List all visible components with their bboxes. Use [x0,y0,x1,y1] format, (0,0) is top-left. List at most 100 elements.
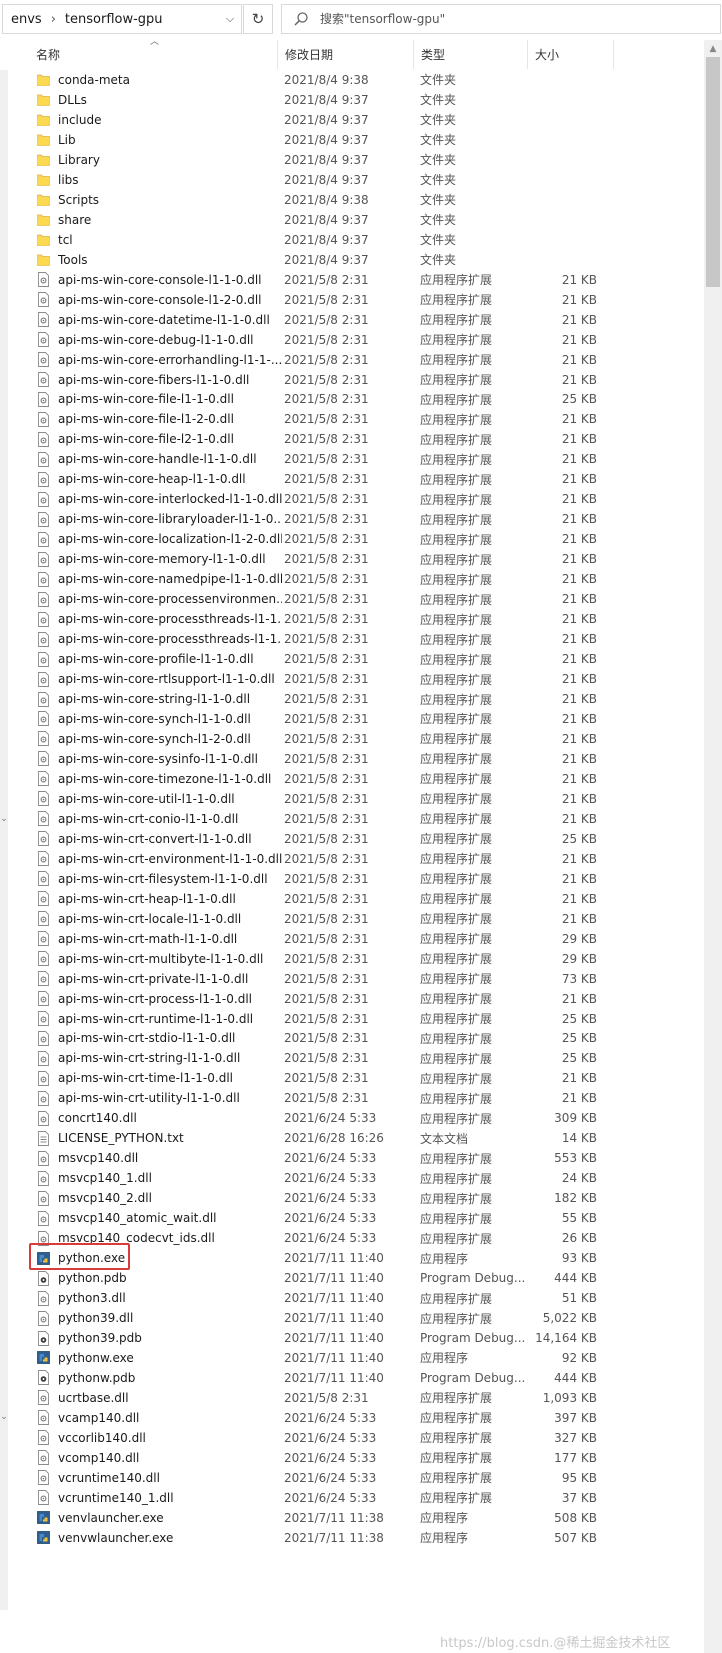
file-row[interactable]: api-ms-win-core-heap-l1-1-0.dll 2021/5/8 … [0,469,704,489]
file-row[interactable]: share 2021/8/4 9:37 文件夹 [0,210,704,230]
file-row[interactable]: api-ms-win-crt-stdio-l1-1-0.dll 2021/5/8 … [0,1029,704,1049]
file-row[interactable]: api-ms-win-core-memory-l1-1-0.dll 2021/5/… [0,549,704,569]
file-row[interactable]: api-ms-win-core-console-l1-1-0.dll 2021/5… [0,270,704,290]
file-row[interactable]: vcruntime140.dll 2021/6/24 5:33 应用程序扩展 95 K… [0,1468,704,1488]
file-row[interactable]: api-ms-win-crt-private-l1-1-0.dll 2021/5/… [0,969,704,989]
file-row[interactable]: msvcp140_1.dll 2021/6/24 5:33 应用程序扩展 24 KB [0,1168,704,1188]
file-row[interactable]: Scripts 2021/8/4 9:38 文件夹 [0,190,704,210]
file-row[interactable]: api-ms-win-core-processenvironmen... 2021… [0,589,704,609]
file-row[interactable]: api-ms-win-core-rtlsupport-l1-1-0.dll 202… [0,669,704,689]
address-dropdown-icon[interactable]: ⌵ [219,5,241,33]
file-row[interactable]: DLLs 2021/8/4 9:37 文件夹 [0,90,704,110]
file-row[interactable]: api-ms-win-crt-filesystem-l1-1-0.dll 2021… [0,869,704,889]
file-row[interactable]: msvcp140_atomic_wait.dll 2021/6/24 5:33 应用… [0,1208,704,1228]
file-row[interactable]: api-ms-win-core-errorhandling-l1-1-... 20… [0,350,704,370]
file-row[interactable]: api-ms-win-core-console-l1-2-0.dll 2021/5… [0,290,704,310]
file-row[interactable]: concrt140.dll 2021/6/24 5:33 应用程序扩展 309 KB [0,1108,704,1128]
vertical-scrollbar[interactable]: ▲ [704,40,722,1653]
file-row[interactable]: api-ms-win-core-datetime-l1-1-0.dll 2021/… [0,310,704,330]
column-header-type[interactable]: 类型 [414,40,528,69]
file-name: api-ms-win-core-interlocked-l1-1-0.dll [58,492,282,507]
file-row[interactable]: tcl 2021/8/4 9:37 文件夹 [0,230,704,250]
file-row[interactable]: api-ms-win-crt-multibyte-l1-1-0.dll 2021/… [0,949,704,969]
file-row[interactable]: Library 2021/8/4 9:37 文件夹 [0,150,704,170]
file-date: 2021/7/11 11:40 [284,1350,384,1365]
file-row[interactable]: api-ms-win-core-util-l1-1-0.dll 2021/5/8 … [0,789,704,809]
file-size: 327 KB [554,1430,597,1445]
file-row[interactable]: vcruntime140_1.dll 2021/6/24 5:33 应用程序扩展 37… [0,1488,704,1508]
file-row[interactable]: venvwlauncher.exe 2021/7/11 11:38 应用程序 507 … [0,1528,704,1548]
file-row[interactable]: api-ms-win-crt-utility-l1-1-0.dll 2021/5/… [0,1088,704,1108]
file-row[interactable]: api-ms-win-core-synch-l1-2-0.dll 2021/5/8… [0,729,704,749]
file-row[interactable]: api-ms-win-core-libraryloader-l1-1-0....… [0,509,704,529]
file-row[interactable]: api-ms-win-core-profile-l1-1-0.dll 2021/5… [0,649,704,669]
file-size: 73 KB [561,971,597,986]
file-row[interactable]: api-ms-win-core-sysinfo-l1-1-0.dll 2021/5… [0,749,704,769]
file-row[interactable]: ucrtbase.dll 2021/5/8 2:31 应用程序扩展 1,093 KB [0,1388,704,1408]
file-row[interactable]: python39.dll 2021/7/11 11:40 应用程序扩展 5,022 K… [0,1308,704,1328]
address-bar[interactable]: envs › tensorflow-gpu ⌵ [2,4,242,34]
pdb-file-icon [37,1370,50,1386]
file-row[interactable]: conda-meta 2021/8/4 9:38 文件夹 [0,70,704,90]
file-row[interactable]: api-ms-win-crt-runtime-l1-1-0.dll 2021/5/… [0,1009,704,1029]
file-row[interactable]: api-ms-win-core-fibers-l1-1-0.dll 2021/5/… [0,370,704,390]
file-name: venvwlauncher.exe [58,1530,174,1545]
file-row[interactable]: python3.dll 2021/7/11 11:40 应用程序扩展 51 KB [0,1288,704,1308]
file-row[interactable]: python39.pdb 2021/7/11 11:40 Program Debug… [0,1328,704,1348]
column-header-name[interactable]: 名称 [0,40,278,69]
file-row[interactable]: api-ms-win-core-debug-l1-1-0.dll 2021/5/8… [0,330,704,350]
file-name: tcl [58,232,73,247]
refresh-button[interactable]: ↻ [243,4,273,34]
file-row[interactable]: api-ms-win-core-localization-l1-2-0.dll 2… [0,529,704,549]
file-row[interactable]: vcamp140.dll 2021/6/24 5:33 应用程序扩展 397 KB [0,1408,704,1428]
file-row[interactable]: msvcp140.dll 2021/6/24 5:33 应用程序扩展 553 KB [0,1148,704,1168]
file-row[interactable]: include 2021/8/4 9:37 文件夹 [0,110,704,130]
file-row[interactable]: pythonw.pdb 2021/7/11 11:40 Program Debug.… [0,1368,704,1388]
file-row[interactable]: api-ms-win-core-file-l1-1-0.dll 2021/5/8 … [0,390,704,410]
file-row[interactable]: api-ms-win-crt-conio-l1-1-0.dll 2021/5/8 … [0,809,704,829]
file-row[interactable]: api-ms-win-core-string-l1-1-0.dll 2021/5/… [0,689,704,709]
column-header-date[interactable]: 修改日期 [278,40,414,69]
file-type: 应用程序扩展 [420,752,493,767]
breadcrumb-envs[interactable]: envs [3,12,42,27]
breadcrumb-tensorflow-gpu[interactable]: tensorflow-gpu [65,12,163,27]
file-row[interactable]: venvlauncher.exe 2021/7/11 11:38 应用程序 508 K… [0,1508,704,1528]
file-row[interactable]: vcomp140.dll 2021/6/24 5:33 应用程序扩展 177 KB [0,1448,704,1468]
file-name: api-ms-win-core-timezone-l1-1-0.dll [58,771,272,786]
file-row[interactable]: api-ms-win-core-file-l1-2-0.dll 2021/5/8 … [0,409,704,429]
file-row[interactable]: api-ms-win-crt-heap-l1-1-0.dll 2021/5/8 2… [0,889,704,909]
file-row[interactable]: api-ms-win-core-processthreads-l1-1... 20… [0,629,704,649]
file-row[interactable]: msvcp140_2.dll 2021/6/24 5:33 应用程序扩展 182 KB [0,1188,704,1208]
file-row[interactable]: python.pdb 2021/7/11 11:40 Program Debug..… [0,1268,704,1288]
file-row[interactable]: pythonw.exe 2021/7/11 11:40 应用程序 92 KB [0,1348,704,1368]
scroll-up-icon[interactable]: ▲ [704,40,722,57]
file-row[interactable]: api-ms-win-crt-locale-l1-1-0.dll 2021/5/8… [0,909,704,929]
search-input[interactable] [318,11,702,27]
file-row[interactable]: api-ms-win-crt-math-l1-1-0.dll 2021/5/8 2… [0,929,704,949]
file-row[interactable]: api-ms-win-core-timezone-l1-1-0.dll 2021/… [0,769,704,789]
dll-file-icon [37,551,50,567]
search-box[interactable] [281,4,721,34]
file-row[interactable]: api-ms-win-core-interlocked-l1-1-0.dll 20… [0,489,704,509]
file-size: 24 KB [561,1171,597,1186]
file-row[interactable]: LICENSE_PYTHON.txt 2021/6/28 16:26 文本文档 14 … [0,1128,704,1148]
dll-file-icon [37,971,50,987]
file-row[interactable]: libs 2021/8/4 9:37 文件夹 [0,170,704,190]
file-row[interactable]: api-ms-win-core-synch-l1-1-0.dll 2021/5/8… [0,709,704,729]
file-row[interactable]: api-ms-win-core-namedpipe-l1-1-0.dll 2021… [0,569,704,589]
file-row[interactable]: Tools 2021/8/4 9:37 文件夹 [0,250,704,270]
file-row[interactable]: api-ms-win-core-handle-l1-1-0.dll 2021/5/… [0,449,704,469]
file-row[interactable]: api-ms-win-crt-time-l1-1-0.dll 2021/5/8 2… [0,1068,704,1088]
file-row[interactable]: api-ms-win-core-processthreads-l1-1... 20… [0,609,704,629]
file-row[interactable]: api-ms-win-core-file-l2-1-0.dll 2021/5/8 … [0,429,704,449]
dll-file-icon [37,1390,50,1406]
file-row[interactable]: Lib 2021/8/4 9:37 文件夹 [0,130,704,150]
file-row[interactable]: api-ms-win-crt-environment-l1-1-0.dll 202… [0,849,704,869]
toolbar: envs › tensorflow-gpu ⌵ ↻ [0,0,722,38]
file-row[interactable]: api-ms-win-crt-process-l1-1-0.dll 2021/5/… [0,989,704,1009]
column-header-size[interactable]: 大小 [528,40,614,69]
file-row[interactable]: api-ms-win-crt-convert-l1-1-0.dll 2021/5/… [0,829,704,849]
scrollbar-thumb[interactable] [706,57,720,287]
file-row[interactable]: api-ms-win-crt-string-l1-1-0.dll 2021/5/8… [0,1048,704,1068]
file-row[interactable]: vccorlib140.dll 2021/6/24 5:33 应用程序扩展 327 K… [0,1428,704,1448]
